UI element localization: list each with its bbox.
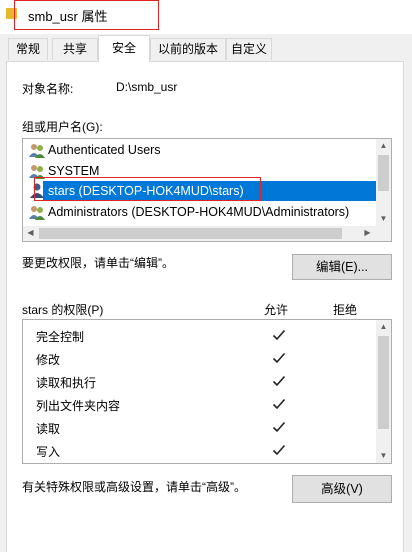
allow-check-icon	[272, 329, 286, 341]
tab-previous-versions[interactable]: 以前的版本	[150, 38, 226, 60]
advanced-button[interactable]: 高级(V)	[292, 475, 392, 503]
group-list-vscrollbar[interactable]: ▲ ▼	[376, 139, 391, 226]
tab-general[interactable]: 常规	[8, 38, 48, 60]
users-icon	[29, 206, 45, 220]
edit-button[interactable]: 编辑(E)...	[292, 254, 392, 280]
users-icon	[29, 144, 45, 158]
edit-hint: 要更改权限，请单击“编辑”。	[22, 256, 174, 270]
permission-name: 修改	[36, 353, 61, 367]
selection-highlight-box	[34, 177, 261, 201]
groups-label: 组或用户名(G):	[22, 120, 103, 134]
scroll-down-icon[interactable]: ▼	[376, 449, 391, 463]
permission-list: 完全控制 修改 读取和执行 列出文件夹内容 读取 写入 ▲ ▼	[22, 319, 392, 464]
list-item-label: Authenticated Users	[48, 143, 161, 157]
allow-check-icon	[272, 375, 286, 387]
list-item-label: Administrators (DESKTOP-HOK4MUD\Administ…	[48, 205, 350, 219]
allow-check-icon	[272, 398, 286, 410]
scroll-right-icon[interactable]: ▶	[360, 226, 375, 240]
scroll-corner	[376, 226, 391, 241]
permission-list-vscrollbar[interactable]: ▲ ▼	[376, 320, 391, 463]
permission-name: 列出文件夹内容	[36, 399, 121, 413]
allow-check-icon	[272, 444, 286, 456]
tab-sharing[interactable]: 共享	[52, 38, 98, 60]
tab-customize[interactable]: 自定义	[226, 38, 272, 60]
list-item[interactable]: Administrators (DESKTOP-HOK4MUD\Administ…	[29, 202, 374, 222]
allow-check-icon	[272, 421, 286, 433]
permission-name: 写入	[36, 445, 61, 459]
scroll-thumb[interactable]	[39, 228, 342, 239]
allow-header: 允许	[264, 303, 289, 317]
scroll-up-icon[interactable]: ▲	[376, 320, 391, 334]
permissions-header: stars 的权限(P)	[22, 303, 104, 317]
title-highlight-box	[14, 0, 159, 30]
scroll-left-icon[interactable]: ◀	[23, 226, 38, 240]
object-name-label: 对象名称:	[22, 82, 74, 96]
object-name-value: D:\smb_usr	[116, 80, 178, 94]
allow-check-icon	[272, 352, 286, 364]
permission-name: 读取和执行	[36, 376, 97, 390]
scroll-thumb[interactable]	[378, 336, 389, 429]
group-list-hscrollbar[interactable]: ◀ ▶	[23, 226, 376, 241]
list-item[interactable]: Authenticated Users	[29, 140, 359, 160]
tab-security[interactable]: 安全	[98, 35, 150, 62]
scroll-thumb[interactable]	[378, 155, 389, 191]
advanced-hint: 有关特殊权限或高级设置，请单击“高级”。	[22, 480, 246, 494]
deny-header: 拒绝	[333, 303, 358, 317]
permission-name: 完全控制	[36, 330, 85, 344]
scroll-down-icon[interactable]: ▼	[376, 212, 391, 226]
permission-name: 读取	[36, 422, 61, 436]
scroll-up-icon[interactable]: ▲	[376, 139, 391, 153]
